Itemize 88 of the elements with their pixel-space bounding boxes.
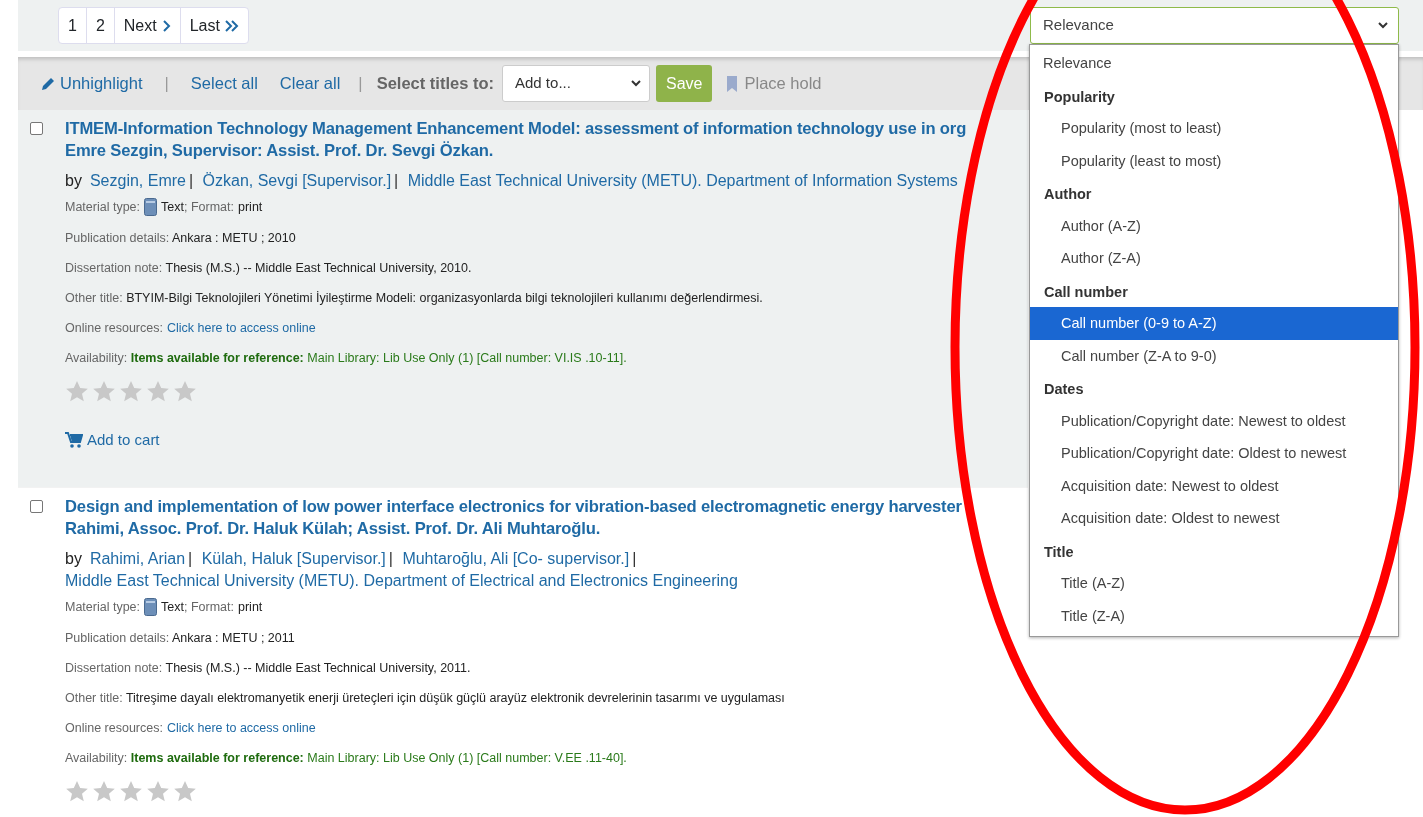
dropdown-option[interactable]: Author (Z-A) [1030,242,1398,275]
caret-icon [631,80,641,87]
dropdown-option[interactable]: Acquisition date: Oldest to newest [1030,502,1398,535]
option-group-label: Title [1043,542,1075,562]
detail-label: Online resources: [65,321,163,335]
cart-icon [65,432,83,449]
detail-line: Dissertation note: Thesis (M.S.) -- Middle East Technical University, 2011. [65,660,472,676]
sort-select[interactable]: Relevance [1030,7,1399,44]
pagination-link[interactable]: 1 [59,8,87,43]
detail-label: ; Format: [183,199,234,215]
unhighlight-link[interactable]: Unhighlight [40,71,143,96]
detail-line: Other title: Titreşime dayalı elektromanyetik enerji üreteçleri için düşük güçlü arayüz elektronik devrelerinin tasarımı ve uygulaması [65,690,786,706]
online-access-link[interactable]: Click here to access online [166,321,316,335]
detail-value: print [238,199,263,215]
detail-line: Dissertation note: Thesis (M.S.) -- Middle East Technical University, 2010. [65,260,473,276]
star-icon [65,380,89,403]
double-chevron-right-icon [224,19,239,32]
detail-label: ; Format: [183,599,234,615]
dropdown-option[interactable]: Publication/Copyright date: Oldest to newest [1030,437,1398,470]
divider: | [358,73,363,95]
chevron-right-icon [161,19,171,32]
pencil-icon [40,75,56,92]
option-group-label: Popularity [1043,87,1116,107]
star-icon [65,780,89,803]
dropdown-option[interactable]: Title (Z-A) [1030,599,1398,632]
star-icon [119,780,143,803]
availability-line: Availability: Items available for reference: Main Library: Lib Use Only (1) [Call number: VI.IS .10-11]. [65,350,628,366]
star-icon [146,380,170,403]
star-icon [119,380,143,403]
dropdown-option[interactable]: Author (A-Z) [1030,209,1398,242]
author-separator: | [394,172,399,189]
divider: | [164,73,169,95]
availability-line: Availability: Items available for reference: Main Library: Lib Use Only (1) [Call number: V.EE .11-40]. [65,750,628,766]
author-link[interactable]: Rahimi, Arian [89,550,186,567]
star-icon [92,780,116,803]
detail-line: Publication details: Ankara : METU ; 2011 [65,630,296,646]
dropdown-option[interactable]: Popularity (most to least) [1030,112,1398,145]
author-separator: | [632,550,637,567]
author-link[interactable]: Middle East Technical University (METU). Department of Information Systems [407,172,958,189]
author-separator: | [188,172,194,189]
star-icon [173,780,197,803]
detail-label: Material type: [65,599,141,615]
dropdown-option[interactable]: Publication/Copyright date: Newest to oldest [1030,404,1398,437]
dropdown-option[interactable]: Title (A-Z) [1030,567,1398,600]
author-link[interactable]: Sezgin, Emre [89,172,186,189]
detail-value: print [238,599,263,615]
author-separator: | [188,550,193,567]
option-group-label: Call number [1043,282,1129,302]
checkbox[interactable] [30,122,43,135]
online-access-link[interactable]: Click here to access online [166,721,316,735]
dropdown-option[interactable]: Popularity (least to most) [1030,144,1398,177]
result-title-link[interactable]: Design and implementation of low power interface electronics for vibration-based electromagnetic energy harvester Rahimi, Assoc. Prof. Dr. Haluk Külah; Assist. Prof. Dr. Ali Muhtaroğlu. [65,496,1028,540]
dropdown-option[interactable]: Acquisition date: Newest to oldest [1030,469,1398,502]
caret-icon [1378,22,1388,29]
author-separator: | [388,550,393,567]
book-icon [144,598,158,616]
select-titles-label: Select titles to: [376,73,494,95]
dropdown-option[interactable]: Call number (Z-A to 9-0) [1030,339,1398,372]
book-icon [144,198,158,216]
author-link[interactable]: Muhtaroğlu, Ali [Co- supervisor.] [402,550,630,567]
detail-label: Material type: [65,199,141,215]
dropdown-option[interactable]: Relevance [1030,47,1398,80]
clear-all-link[interactable]: Clear all [279,71,341,96]
author-link[interactable]: Middle East Technical University (METU). Department of Electrical and Electronics Engineering [65,572,738,589]
dropdown-option[interactable]: Call number (0-9 to A-Z) [1030,307,1398,340]
detail-label: Online resources: [65,721,163,735]
pagination-link[interactable]: Last [180,8,248,43]
pagination-link[interactable]: Next [114,8,181,43]
add-to-cart-link[interactable]: Add to cart [65,429,1028,452]
detail-line: Other title: BTYIM-Bilgi Teknolojileri Yönetimi İyileştirme Modeli: organizasyonlarda bilgi teknolojileri kullanımı değerlendirmesi. [65,290,764,306]
bookmark-icon [726,75,739,92]
option-group-label: Author [1043,185,1093,204]
detail-value: Text [161,199,184,215]
pagination-link[interactable]: 2 [86,8,115,43]
star-icon [92,380,116,403]
author-link[interactable]: Külah, Haluk [Supervisor.] [201,550,386,567]
detail-line: Publication details: Ankara : METU ; 2010 [65,230,297,246]
checkbox[interactable] [30,500,43,513]
star-icon [146,780,170,803]
star-icon [173,380,197,403]
author-link[interactable]: Özkan, Sevgi [Supervisor.] [202,172,392,189]
detail-value: Text [161,599,184,615]
option-group-label: Dates [1043,380,1085,399]
select-all-link[interactable]: Select all [190,71,258,96]
result-title-link[interactable]: ITMEM-Information Technology Management Enhancement Model: assessment of information technology use in org Emre Sezgin, Supervisor: Assist. Prof. Dr. Sevgi Özkan. [65,118,1028,162]
by-label: by [65,550,82,567]
add-to-select[interactable]: Add to... [502,65,650,102]
by-label: by [65,172,82,189]
